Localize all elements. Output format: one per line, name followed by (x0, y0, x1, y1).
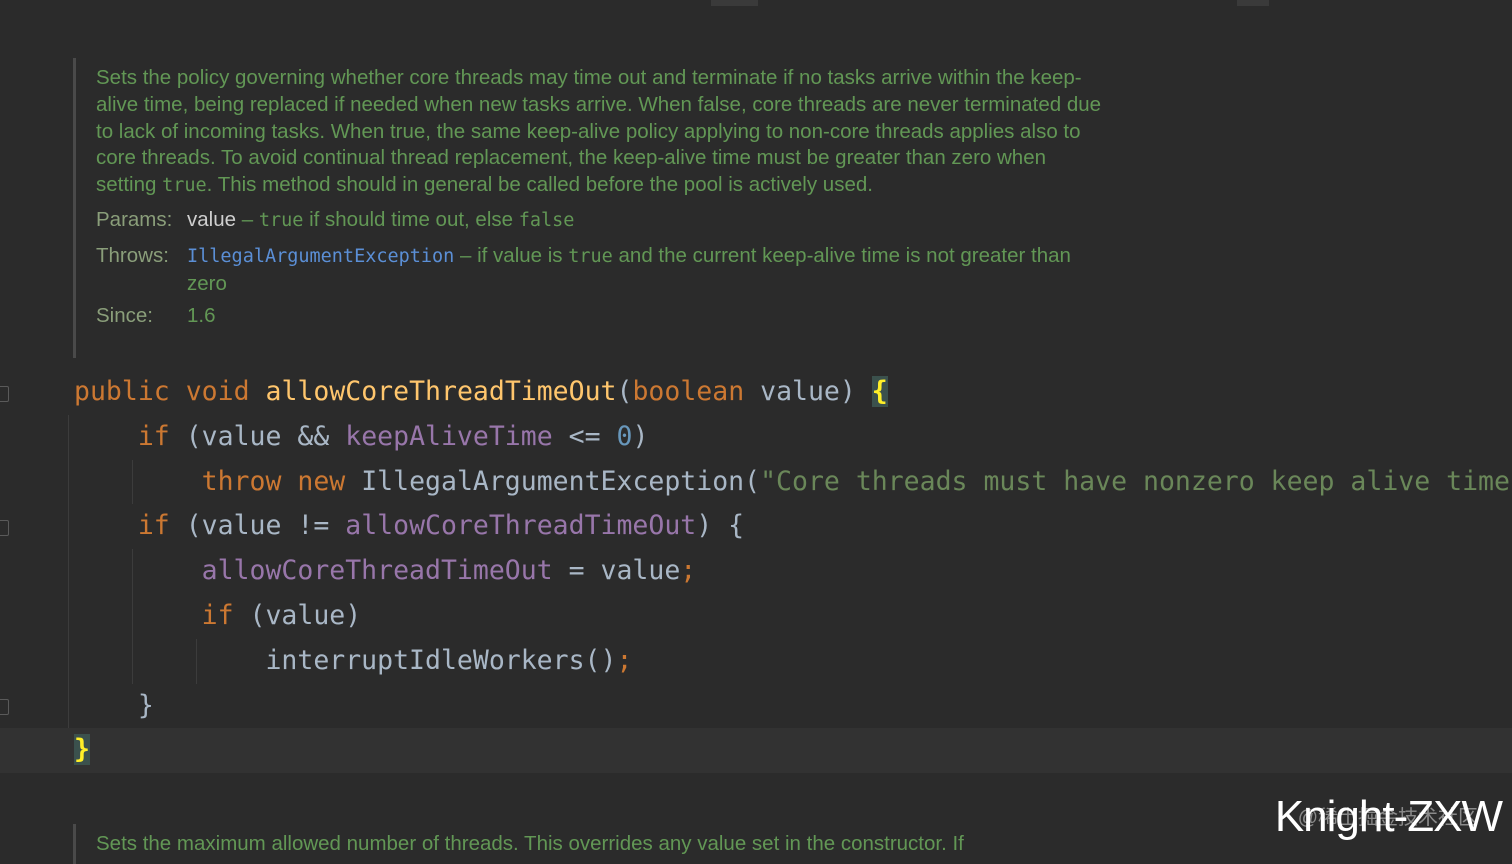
current-code-line: } (0, 728, 1512, 774)
code-line: interruptIdleWorkers(); (265, 644, 633, 676)
javadoc-throws: Throws: IllegalArgumentException – if va… (96, 243, 1106, 298)
matched-brace: } (74, 734, 90, 766)
code-line: if (value) (201, 599, 362, 631)
watermark: Knight-ZXW (1274, 792, 1503, 841)
javadoc-since: Since: 1.6 (96, 303, 1106, 330)
exception-link[interactable]: IllegalArgumentException (187, 246, 454, 267)
javadoc-params: Params: value – true if should time out,… (96, 207, 1106, 235)
param-name: value (187, 207, 237, 231)
scroll-marker (1237, 0, 1269, 6)
code-editor[interactable]: public void allowCoreThreadTimeOut(boole… (0, 370, 1512, 774)
throws-label: Throws: (96, 243, 169, 267)
javadoc-description: Sets the policy governing whether core t… (96, 66, 1102, 197)
next-javadoc-block: Sets the maximum allowed number of threa… (73, 824, 1106, 864)
matched-brace: { (871, 376, 888, 407)
since-label: Since: (96, 304, 153, 328)
code-line: public void allowCoreThreadTimeOut(boole… (74, 376, 888, 407)
next-javadoc-text: Sets the maximum allowed number of threa… (96, 832, 964, 855)
code-line: if (value != allowCoreThreadTimeOut) { (137, 510, 745, 542)
scroll-marker (711, 0, 758, 6)
method-name: allowCoreThreadTimeOut (265, 376, 617, 407)
since-value: 1.6 (187, 304, 216, 328)
code-line: } (137, 689, 154, 721)
code-line: throw new IllegalArgumentException("Core… (201, 465, 1512, 497)
code-line: if (value && keepAliveTime <= 0) (137, 420, 649, 452)
params-label: Params: (96, 207, 173, 231)
code-line: allowCoreThreadTimeOut = value; (201, 555, 697, 587)
javadoc-block: Sets the policy governing whether core t… (73, 58, 1106, 358)
